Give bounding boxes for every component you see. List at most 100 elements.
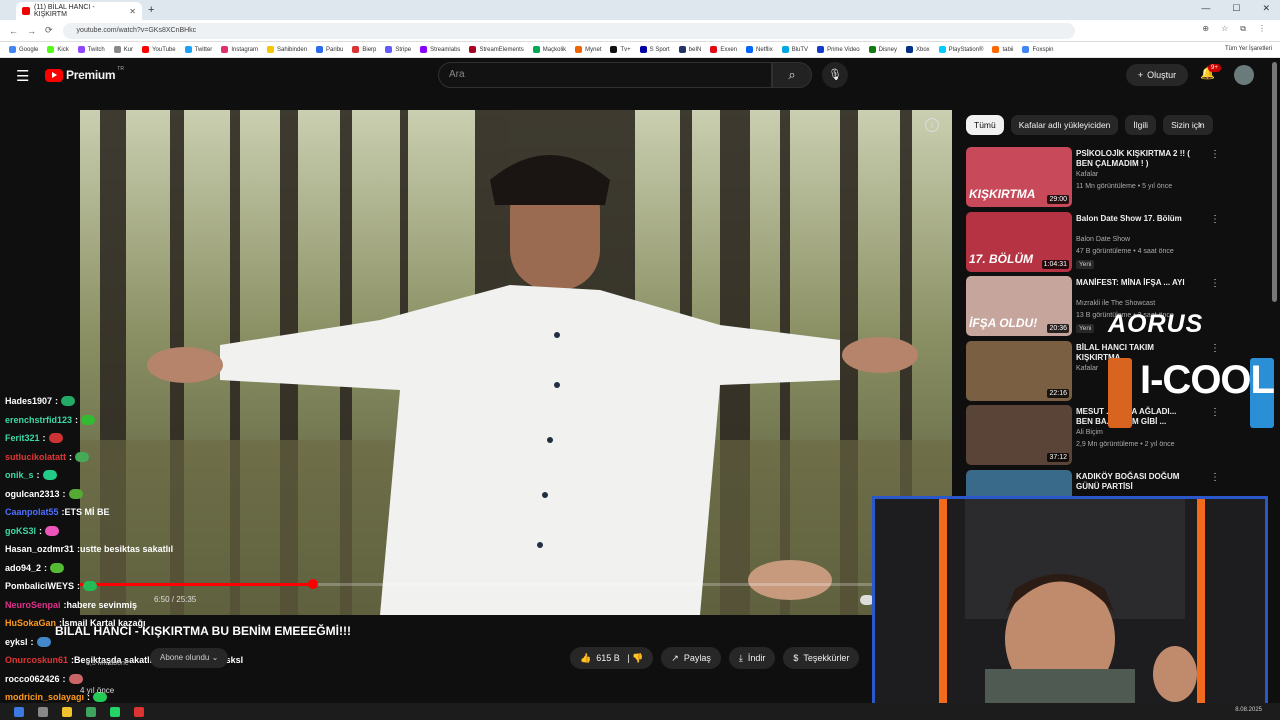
bookmark-item[interactable]: Bierp xyxy=(352,46,376,53)
chevron-right-icon[interactable]: › xyxy=(1198,119,1202,131)
bookmark-item[interactable]: BluTV xyxy=(781,46,808,53)
recommendation-title[interactable]: KADIKÖY BOĞASI DOĞUM GÜNÜ PARTİSİ xyxy=(1076,472,1194,492)
bookmark-item[interactable]: Foxspin xyxy=(1022,46,1053,53)
filter-chip[interactable]: Tümü xyxy=(966,115,1004,135)
bookmark-item[interactable]: S Sport xyxy=(639,46,670,53)
bookmark-star-icon[interactable]: ☆ xyxy=(1221,24,1228,34)
bookmark-item[interactable]: StreamElements xyxy=(469,46,524,53)
menu-dots-icon[interactable]: ⋮ xyxy=(1258,24,1266,34)
download-button[interactable]: ⤓ İndir xyxy=(728,647,776,669)
more-options-icon[interactable]: ⋮ xyxy=(1210,472,1220,483)
chrome-icon[interactable] xyxy=(86,706,96,717)
youtube-logo[interactable]: Premium TR xyxy=(45,66,124,82)
recommendation-item[interactable]: 37:12 MESUT ... ZARA AĞLADI... BEN BA... … xyxy=(966,405,1220,467)
recommendation-title[interactable]: Balon Date Show 17. Bölüm xyxy=(1076,214,1194,224)
whatsapp-icon[interactable] xyxy=(110,706,120,717)
bookmark-item[interactable]: Netflix xyxy=(746,46,773,53)
thumbs-down-icon[interactable]: | 👎 xyxy=(625,653,643,664)
bookmark-favicon-icon xyxy=(678,46,686,53)
maximize-icon[interactable]: ☐ xyxy=(1232,3,1240,14)
window-close-icon[interactable]: ✕ xyxy=(1262,3,1270,14)
recommendation-title[interactable]: MESUT ... ZARA AĞLADI... BEN BA... MIŞIM… xyxy=(1076,407,1194,427)
app-icon[interactable] xyxy=(134,706,144,717)
start-icon[interactable] xyxy=(14,706,24,717)
bookmark-item[interactable]: Mynet xyxy=(575,46,601,53)
bookmark-item[interactable]: Google xyxy=(9,46,38,53)
more-options-icon[interactable]: ⋮ xyxy=(1210,149,1220,160)
new-badge: Yeni xyxy=(1076,259,1095,269)
recommendation-channel[interactable]: Kafalar xyxy=(1076,365,1098,372)
zoom-icon[interactable]: ⊕ xyxy=(1202,24,1209,34)
search-taskbar-icon[interactable] xyxy=(38,706,48,717)
bookmark-item[interactable]: Instagram xyxy=(221,46,258,53)
bookmark-item[interactable]: Twitch xyxy=(77,46,105,53)
avatar[interactable] xyxy=(1234,65,1254,85)
video-thumbnail[interactable]: 37:12 xyxy=(966,405,1072,465)
bookmark-item[interactable]: Disney xyxy=(868,46,897,53)
video-thumbnail[interactable]: İFŞA OLDU! 20:36 xyxy=(966,276,1072,336)
more-options-icon[interactable]: ⋮ xyxy=(1210,214,1220,225)
bookmark-item[interactable]: Streamlabs xyxy=(420,46,460,53)
back-icon[interactable]: ← xyxy=(9,26,18,36)
more-options-icon[interactable]: ⋮ xyxy=(1210,278,1220,289)
bookmark-item[interactable]: Kur xyxy=(113,46,133,53)
chat-emote-icon xyxy=(42,470,57,481)
more-options-icon[interactable]: ⋮ xyxy=(1210,407,1220,418)
bookmark-item[interactable]: YouTube xyxy=(142,46,176,53)
page-scrollbar[interactable] xyxy=(1272,62,1277,302)
bookmark-item[interactable]: Exxen xyxy=(710,46,737,53)
url-input[interactable]: youtube.com/watch?v=GKs8XCnBHkc xyxy=(62,22,1075,39)
video-duration: 29:00 xyxy=(1047,195,1069,204)
description-meta[interactable]: 4 yıl önce xyxy=(80,686,114,695)
video-thumbnail[interactable]: 17. BÖLÜM 1:04:31 xyxy=(966,211,1072,272)
webcam-overlay xyxy=(872,496,1268,710)
recommendation-title[interactable]: MANİFEST: MİNA İFŞA ... AYI xyxy=(1076,278,1194,288)
bookmark-favicon-icon xyxy=(781,46,789,53)
subscribed-button[interactable]: Abone olundu ⌄ xyxy=(150,648,229,668)
recommendation-title[interactable]: PSİKOLOJİK KIŞKIRTMA 2 !! ( BEN ÇALMADIM… xyxy=(1076,149,1194,169)
info-icon[interactable]: i xyxy=(925,118,939,132)
bookmark-item[interactable]: Sahibinden xyxy=(267,46,307,53)
extensions-icon[interactable]: ⧉ xyxy=(1240,24,1246,34)
all-bookmarks-link[interactable]: Tüm Yer İşaretleri xyxy=(1225,46,1272,52)
hamburger-menu-icon[interactable]: ☰ xyxy=(16,67,29,85)
filter-chip[interactable]: Sizin için xyxy=(1163,115,1213,135)
search-input[interactable]: Ara xyxy=(438,62,772,88)
recommendation-channel[interactable]: Kafalar xyxy=(1076,171,1098,178)
search-icon[interactable]: ⌕ xyxy=(772,62,812,88)
share-button[interactable]: ↗ Paylaş xyxy=(661,647,721,669)
more-options-icon[interactable]: ⋮ xyxy=(1210,343,1220,354)
bookmark-item[interactable]: Paribu xyxy=(316,46,343,53)
filter-chip[interactable]: Kafalar adlı yükleyiciden xyxy=(1010,115,1119,135)
browser-tab[interactable]: (11) BİLAL HANCI - KIŞKIRTM ✕ xyxy=(16,2,142,20)
video-thumbnail[interactable]: 22:16 xyxy=(966,340,1072,401)
bookmark-item[interactable]: Kick xyxy=(47,46,69,53)
recommendation-channel[interactable]: Mızrakli ile The Showcast xyxy=(1076,300,1155,307)
create-button[interactable]: + Oluştur xyxy=(1126,64,1188,86)
bookmark-item[interactable]: Stripe xyxy=(385,46,411,53)
recommendation-channel[interactable]: Ali Biçim xyxy=(1076,429,1103,436)
recommendation-channel[interactable]: Balon Date Show xyxy=(1076,236,1130,243)
minimize-icon[interactable]: — xyxy=(1201,3,1210,14)
bookmark-item[interactable]: Xbox xyxy=(905,46,930,53)
folder-icon[interactable] xyxy=(62,706,72,717)
video-thumbnail[interactable]: KIŞKIRTMA 29:00 xyxy=(966,147,1072,207)
bookmark-item[interactable]: Maçkolik xyxy=(532,46,566,53)
new-tab-icon[interactable]: + xyxy=(148,4,154,16)
bookmark-item[interactable]: Twitter xyxy=(184,46,212,53)
bookmark-item[interactable]: tabii xyxy=(992,46,1013,53)
forward-icon[interactable]: → xyxy=(27,26,36,36)
close-tab-icon[interactable]: ✕ xyxy=(129,7,136,16)
filter-chip[interactable]: İlgili xyxy=(1125,115,1157,135)
recommendation-item[interactable]: 17. BÖLÜM 1:04:31 Balon Date Show 17. Bölü… xyxy=(966,211,1220,274)
like-button[interactable]: 👍 615 B | 👎 xyxy=(570,647,654,669)
mic-icon[interactable]: 🎙 xyxy=(822,62,848,88)
recommendation-item[interactable]: KIŞKIRTMA 29:00 PSİKOLOJİK KIŞKIRTMA 2 !! … xyxy=(966,147,1220,209)
bookmark-item[interactable]: Tv+ xyxy=(610,46,631,53)
bookmark-item[interactable]: beIN xyxy=(678,46,701,53)
bookmark-item[interactable]: Prime Video xyxy=(817,46,860,53)
bookmark-item[interactable]: PlayStation® xyxy=(938,46,983,53)
reload-icon[interactable]: ⟳ xyxy=(45,25,53,36)
thanks-button[interactable]: $ Teşekkürler xyxy=(783,647,860,669)
bookmark-label: Paribu xyxy=(326,46,344,53)
